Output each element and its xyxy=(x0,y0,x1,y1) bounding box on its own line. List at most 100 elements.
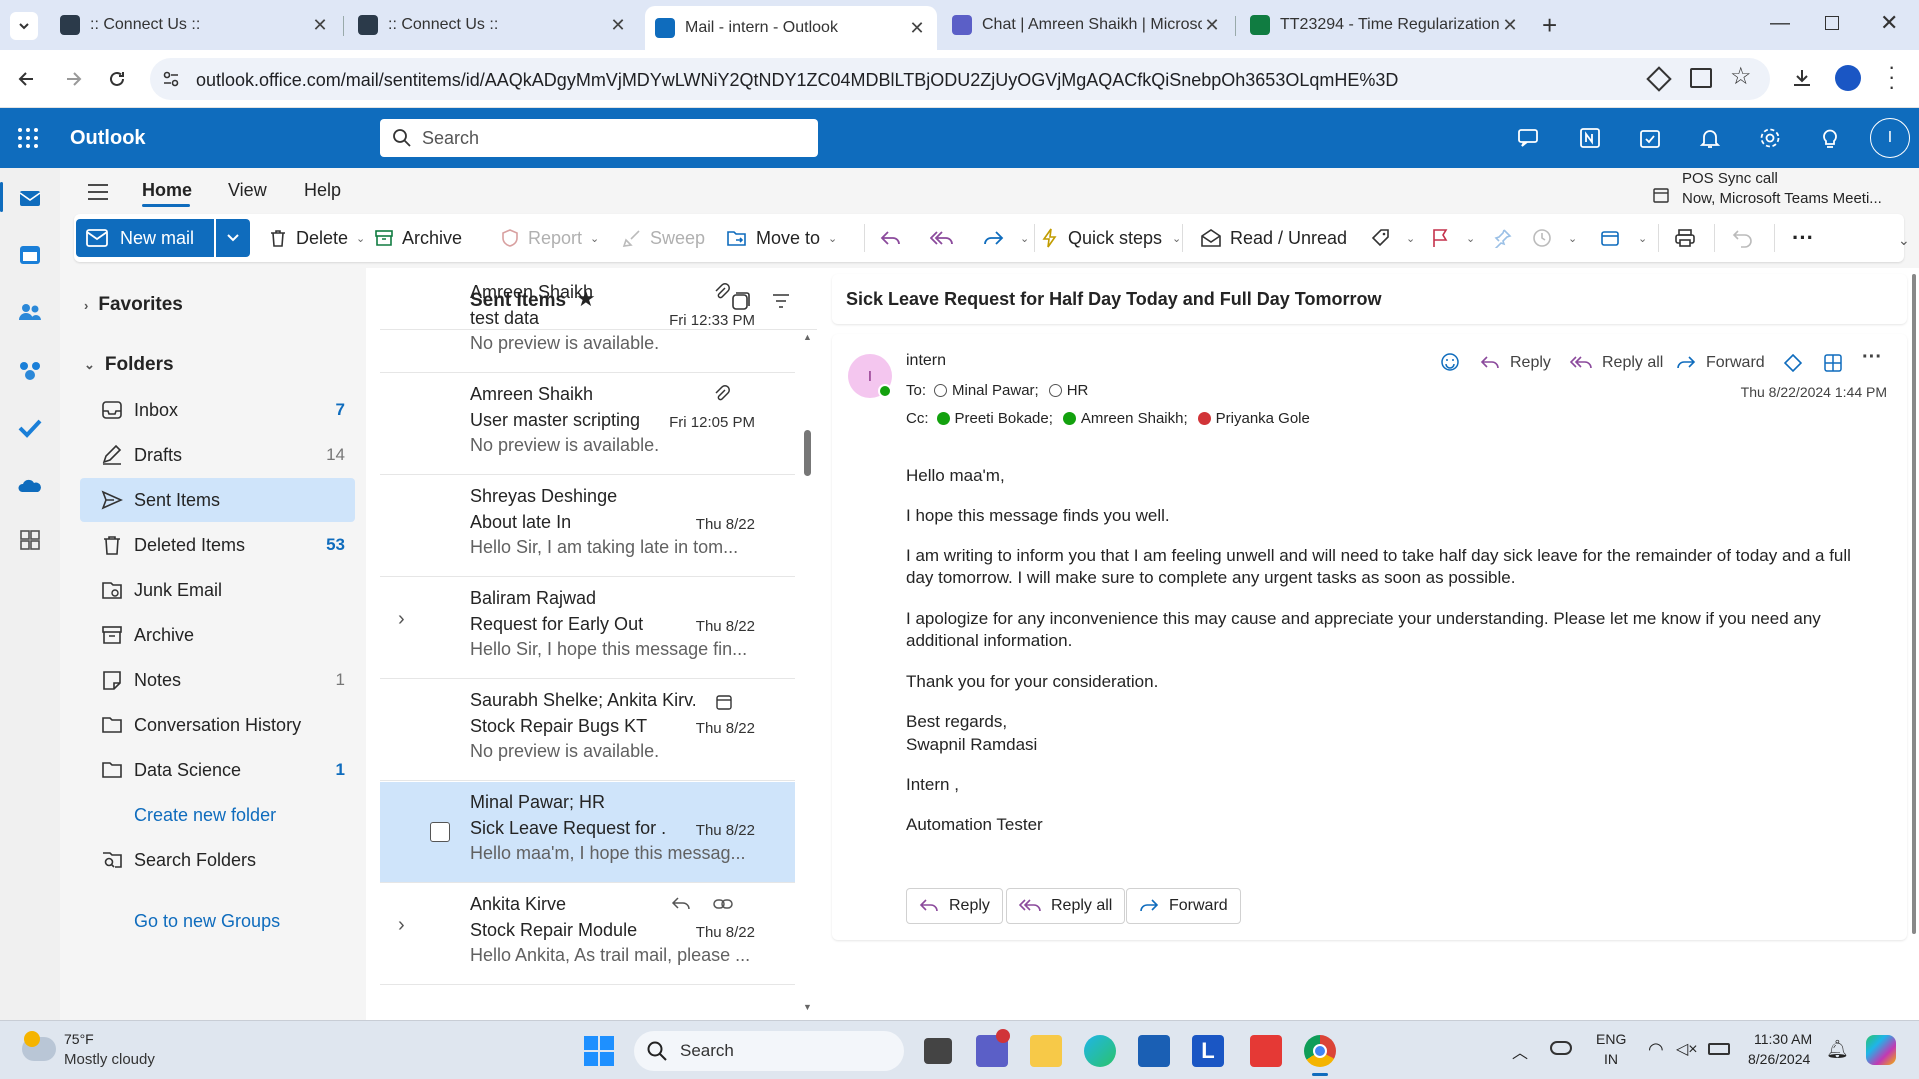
onedrive-icon[interactable] xyxy=(14,470,46,502)
onenote-icon[interactable] xyxy=(1576,124,1604,152)
folder-data-science[interactable]: Data Science 1 xyxy=(80,748,355,792)
reload-icon[interactable] xyxy=(104,66,130,92)
close-tab-icon[interactable]: ✕ xyxy=(907,18,927,39)
reply-all-header-button[interactable]: Reply all xyxy=(1570,354,1663,372)
folder-drafts[interactable]: Drafts 14 xyxy=(80,433,355,477)
onedrive-status-icon[interactable] xyxy=(1550,1041,1572,1055)
read-unread-button[interactable]: Read / Unread xyxy=(1200,222,1347,254)
calendar-icon[interactable] xyxy=(14,238,46,270)
recipient[interactable]: Priyanka Gole xyxy=(1216,410,1310,427)
print-button[interactable] xyxy=(1674,222,1704,254)
reply-all-ribbon-button[interactable] xyxy=(930,222,962,254)
folder-archive[interactable]: Archive xyxy=(80,613,355,657)
tips-lightbulb-icon[interactable] xyxy=(1816,124,1844,152)
browser-tab-outlook[interactable]: Mail - intern - Outlook ✕ xyxy=(645,6,937,50)
loop-icon[interactable] xyxy=(1784,354,1802,372)
lang-bottom[interactable]: IN xyxy=(1604,1051,1618,1067)
clock-date[interactable]: 8/26/2024 xyxy=(1748,1051,1810,1067)
hamburger-menu-icon[interactable] xyxy=(86,180,110,204)
favorites-header[interactable]: › Favorites xyxy=(84,294,183,316)
browser-tab-teams-chat[interactable]: Chat | Amreen Shaikh | Microso ✕ xyxy=(942,6,1232,44)
new-tab-button[interactable]: + xyxy=(1542,10,1557,41)
chrome-icon[interactable] xyxy=(1304,1035,1336,1067)
restore-button[interactable] xyxy=(1825,16,1839,30)
ribbon-collapse-chevron-icon[interactable]: ⌄ xyxy=(1898,232,1910,249)
forward-ribbon-button[interactable]: ⌄ xyxy=(982,222,1029,254)
bookmark-star-icon[interactable]: ☆ xyxy=(1730,62,1752,91)
browser-tab-connect-1[interactable]: :: Connect Us :: ✕ xyxy=(50,6,340,44)
list-item[interactable]: Amreen Shaikh test data Fri 12:33 PM No … xyxy=(380,274,795,373)
teams-taskbar-icon[interactable] xyxy=(976,1029,1010,1067)
recipient[interactable]: Minal Pawar; xyxy=(952,382,1039,399)
l-app-icon[interactable]: L xyxy=(1192,1035,1224,1067)
task-view-icon[interactable] xyxy=(924,1038,952,1064)
close-window-button[interactable]: ✕ xyxy=(1880,10,1898,36)
file-explorer-icon[interactable] xyxy=(1030,1035,1062,1067)
folder-search-folders[interactable]: Search Folders xyxy=(80,838,355,882)
reminder-subtitle[interactable]: Now, Microsoft Teams Meeti... xyxy=(1682,190,1882,207)
list-item-selected[interactable]: Minal Pawar; HR Sick Leave Request for .… xyxy=(380,782,795,883)
sweep-button[interactable]: Sweep xyxy=(622,222,705,254)
forward-icon[interactable] xyxy=(60,66,86,92)
page-scrollbar[interactable] xyxy=(1912,274,1916,934)
reply-all-button[interactable]: Reply all xyxy=(1006,888,1126,924)
app-launcher-icon[interactable] xyxy=(16,126,40,150)
browser-tab-connect-2[interactable]: :: Connect Us :: ✕ xyxy=(348,6,638,44)
undo-button[interactable] xyxy=(1732,222,1762,254)
minimize-button[interactable]: — xyxy=(1770,12,1790,35)
list-item[interactable]: › Ankita Kirve Stock Repair Module Thu 8… xyxy=(380,884,795,985)
weather-desc[interactable]: Mostly cloudy xyxy=(64,1051,155,1068)
taskbar-search[interactable]: Search xyxy=(634,1031,904,1071)
scroll-down-arrow-icon[interactable]: ▼ xyxy=(803,1002,812,1012)
settings-gear-icon[interactable] xyxy=(1756,124,1784,152)
folder-notes[interactable]: Notes 1 xyxy=(80,658,355,702)
expand-thread-chevron-icon[interactable]: › xyxy=(398,914,405,937)
pin-button[interactable] xyxy=(1492,222,1520,254)
mail-icon[interactable] xyxy=(14,182,46,214)
weather-cloud-icon[interactable] xyxy=(22,1031,56,1061)
close-tab-icon[interactable]: ✕ xyxy=(1500,15,1520,36)
quick-steps-dropdown[interactable]: ⌄ xyxy=(1164,222,1181,254)
list-scrollbar[interactable]: ▲ ▼ xyxy=(798,330,817,1020)
download-icon[interactable] xyxy=(1790,66,1814,90)
more-options-button[interactable]: ··· xyxy=(1792,222,1814,254)
lang-top[interactable]: ENG xyxy=(1596,1031,1626,1047)
move-to-button[interactable]: Move to ⌄ xyxy=(726,222,837,254)
folder-deleted-items[interactable]: Deleted Items 53 xyxy=(80,523,355,567)
site-settings-icon[interactable] xyxy=(160,68,182,90)
reply-header-button[interactable]: Reply xyxy=(1480,354,1551,372)
select-checkbox[interactable] xyxy=(430,822,450,842)
new-mail-dropdown[interactable] xyxy=(216,219,250,257)
weather-temp[interactable]: 75°F xyxy=(64,1031,94,1047)
categorize-button[interactable]: ⌄ xyxy=(1370,222,1415,254)
close-tab-icon[interactable]: ✕ xyxy=(608,15,628,36)
recipient[interactable]: Preeti Bokade; xyxy=(955,410,1053,427)
notifications-bell-icon[interactable] xyxy=(1696,124,1724,152)
clock-time[interactable]: 11:30 AM xyxy=(1754,1031,1812,1047)
profile-icon[interactable] xyxy=(1835,65,1861,91)
wifi-icon[interactable]: ◠ xyxy=(1648,1039,1664,1060)
flag-button[interactable]: ⌄ xyxy=(1430,222,1475,254)
expand-thread-chevron-icon[interactable]: › xyxy=(398,608,405,631)
report-button[interactable]: Report ⌄ xyxy=(500,222,599,254)
reply-ribbon-button[interactable] xyxy=(880,222,910,254)
recipient[interactable]: Amreen Shaikh; xyxy=(1081,410,1188,427)
create-new-folder-link[interactable]: Create new folder xyxy=(134,805,276,826)
folder-junk-email[interactable]: Junk Email xyxy=(80,568,355,612)
folders-header[interactable]: ⌄ Folders xyxy=(84,354,174,376)
close-tab-icon[interactable]: ✕ xyxy=(310,15,330,36)
tab-search-chevron-icon[interactable] xyxy=(10,12,38,40)
folder-inbox[interactable]: Inbox 7 xyxy=(80,388,355,432)
list-item[interactable]: Shreyas Deshinge About late In Thu 8/22 … xyxy=(380,476,795,577)
my-day-icon[interactable] xyxy=(1636,124,1664,152)
list-item[interactable]: Saurabh Shelke; Ankita Kirv... Stock Rep… xyxy=(380,680,795,781)
close-tab-icon[interactable]: ✕ xyxy=(1202,15,1222,36)
install-app-icon[interactable] xyxy=(1690,68,1712,88)
folder-sent-items[interactable]: Sent Items xyxy=(80,478,355,522)
list-item[interactable]: › Baliram Rajwad Request for Early Out T… xyxy=(380,578,795,679)
forward-header-button[interactable]: Forward xyxy=(1676,354,1765,372)
browser-tab-excel[interactable]: TT23294 - Time Regularization ✕ xyxy=(1240,6,1530,44)
delete-button[interactable]: Delete ⌄ xyxy=(268,222,365,254)
windows-start-icon[interactable] xyxy=(584,1036,614,1066)
account-avatar[interactable]: I xyxy=(1870,118,1910,158)
